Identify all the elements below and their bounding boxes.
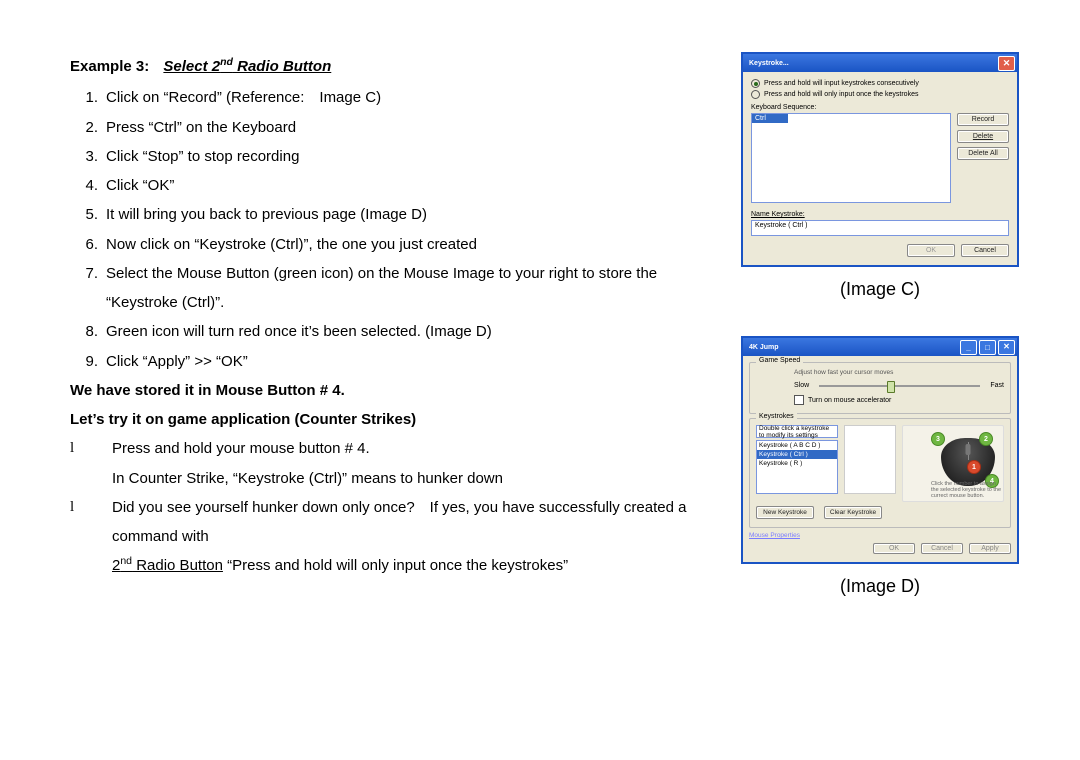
mouse-button-1[interactable]: 1 [967,460,981,474]
maximize-icon[interactable]: □ [979,340,996,355]
caption-image-d: (Image D) [840,576,920,597]
speed-slider[interactable] [819,385,980,387]
sequence-label: Keyboard Sequence: [751,104,1009,111]
example-title: Example 3: Select 2nd Radio Button [70,52,710,81]
title-label: Example 3: [70,58,149,75]
screenshots-column: Keystroke... ✕ Press and hold will input… [730,52,1030,625]
checkbox-icon [794,395,804,405]
sequence-listbox[interactable]: Ctrl [751,113,951,203]
ok-button[interactable]: OK [873,543,915,554]
title-text: Select 2nd Radio Button [163,58,331,75]
keystroke-list[interactable]: Keystroke ( A B C D ) Keystroke ( Ctrl )… [756,440,838,494]
radio-option-2[interactable]: Press and hold will only input once the … [751,89,1009,100]
step-5: It will bring you back to previous page … [106,200,710,229]
apply-button[interactable]: Apply [969,543,1011,554]
bullet-marker: l [70,493,88,581]
subheading-stored: We have stored it in Mouse Button # 4. [70,376,710,405]
radio-icon [751,79,760,88]
group-keystrokes: Keystrokes Double click a keystroke to m… [749,418,1011,528]
subheading-try: Let’s try it on game application (Counte… [70,405,710,434]
close-icon[interactable]: ✕ [998,56,1015,71]
keystroke-combo[interactable]: Double click a keystroke to modify its s… [756,425,838,438]
close-icon[interactable]: ✕ [998,340,1015,355]
cancel-button[interactable]: Cancel [921,543,963,554]
bullet-1: Press and hold your mouse button # 4. In… [112,434,710,493]
step-8: Green icon will turn red once it’s been … [106,317,710,346]
titlebar: 4K Jump _ □ ✕ [743,338,1017,356]
mouse-button-3[interactable]: 3 [931,432,945,446]
bullet-list: l Press and hold your mouse button # 4. … [70,434,710,580]
delete-all-button[interactable]: Delete All [957,147,1009,160]
delete-button[interactable]: Delete [957,130,1009,143]
caption-image-c: (Image C) [840,279,920,300]
numbered-steps: 1.Click on “Record” (Reference: Image C)… [70,83,710,376]
bullet-marker: l [70,434,88,493]
window-title: Keystroke... [749,60,789,67]
mouse-hint: Click the number to assign the selected … [931,481,1001,499]
step-1: Click on “Record” (Reference: Image C) [106,83,710,112]
list-item[interactable]: Keystroke ( A B C D ) [757,441,837,450]
instruction-text: Example 3: Select 2nd Radio Button 1.Cli… [70,52,710,625]
bullet-2: Did you see yourself hunker down only on… [112,493,710,581]
mouse-diagram: 3 2 1 4 Click the number to assign the s… [902,425,1004,502]
group-game-speed: Game Speed Adjust how fast your cursor m… [749,362,1011,414]
ok-button[interactable]: OK [907,244,955,257]
list-item[interactable]: Ctrl [752,114,788,123]
list-item[interactable]: Keystroke ( R ) [757,459,837,468]
mouse-properties-link[interactable]: Mouse Properties [749,532,1011,539]
step-3: Click “Stop” to stop recording [106,142,710,171]
minimize-icon[interactable]: _ [960,340,977,355]
name-label: Name Keystroke: [751,211,1009,218]
new-keystroke-button[interactable]: New Keystroke [756,506,814,519]
name-input[interactable]: Keystroke ( Ctrl ) [751,220,1009,236]
radio-icon [751,90,760,99]
step-4: Click “OK” [106,171,710,200]
step-6: Now click on “Keystroke (Ctrl)”, the one… [106,230,710,259]
cancel-button[interactable]: Cancel [961,244,1009,257]
radio-option-1[interactable]: Press and hold will input keystrokes con… [751,78,1009,89]
step-2: Press “Ctrl” on the Keyboard [106,113,710,142]
slider-thumb[interactable] [887,381,895,393]
window-title: 4K Jump [749,344,779,351]
accelerator-checkbox[interactable]: Turn on mouse accelerator [756,395,1004,405]
list-item[interactable]: Keystroke ( Ctrl ) [757,450,837,459]
step-9: Click “Apply” >> “OK” [106,347,710,376]
record-button[interactable]: Record [957,113,1009,126]
slow-label: Slow [794,382,809,389]
dialog-4k-jump: 4K Jump _ □ ✕ Game Speed Adjust how fast… [741,336,1019,564]
mouse-button-2[interactable]: 2 [979,432,993,446]
dialog-keystroke: Keystroke... ✕ Press and hold will input… [741,52,1019,267]
titlebar: Keystroke... ✕ [743,54,1017,72]
preview-box [844,425,896,494]
fast-label: Fast [990,382,1004,389]
clear-keystroke-button[interactable]: Clear Keystroke [824,506,882,519]
step-7: Select the Mouse Button (green icon) on … [106,259,710,318]
